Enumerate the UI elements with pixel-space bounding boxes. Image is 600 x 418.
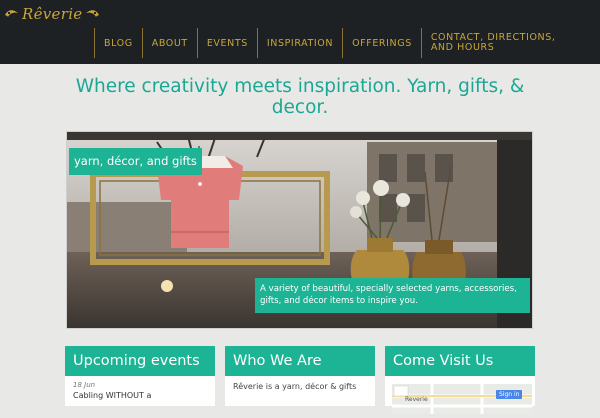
- panel-title: Come Visit Us: [385, 346, 535, 376]
- nav-item-events[interactable]: EVENTS: [196, 28, 257, 58]
- panel-title: Who We Are: [225, 346, 375, 376]
- nav-item-offerings[interactable]: OFFERINGS: [342, 28, 421, 58]
- come-visit-panel: Come Visit Us Sign in Reverie: [385, 346, 535, 414]
- hero-slide[interactable]: yarn, décor, and gifts A variety of beau…: [66, 131, 533, 329]
- hero-caption: yarn, décor, and gifts: [69, 148, 202, 175]
- nav-item-inspiration[interactable]: INSPIRATION: [256, 28, 342, 58]
- nav-item-blog[interactable]: BLOG: [94, 28, 142, 58]
- who-we-are-panel: Who We Are Rêverie is a yarn, décor & gi…: [225, 346, 375, 406]
- hero-description: A variety of beautiful, specially select…: [255, 278, 530, 313]
- brand-name: Rêverie: [22, 5, 83, 23]
- site-logo[interactable]: Rêverie: [4, 2, 100, 26]
- who-we-are-text: Rêverie is a yarn, décor & gifts: [233, 382, 357, 391]
- site-header: Rêverie BLOG ABOUT EVENTS INSPIRATION OF…: [0, 0, 600, 64]
- event-date: 18 Jun: [73, 381, 96, 389]
- left-flourish-icon: [5, 10, 18, 17]
- right-flourish-icon: [86, 10, 100, 17]
- map-signin-button[interactable]: Sign in: [496, 390, 523, 399]
- page-tagline: Where creativity meets inspiration. Yarn…: [75, 76, 525, 118]
- nav-item-contact[interactable]: CONTACT, DIRECTIONS, AND HOURS: [420, 28, 567, 58]
- panel-title: Upcoming events: [65, 346, 215, 376]
- upcoming-events-panel: Upcoming events 18 Jun Cabling WITHOUT a: [65, 346, 215, 406]
- main-nav: BLOG ABOUT EVENTS INSPIRATION OFFERINGS …: [94, 28, 567, 58]
- event-link[interactable]: Cabling WITHOUT a: [73, 391, 207, 400]
- nav-item-about[interactable]: ABOUT: [141, 28, 197, 58]
